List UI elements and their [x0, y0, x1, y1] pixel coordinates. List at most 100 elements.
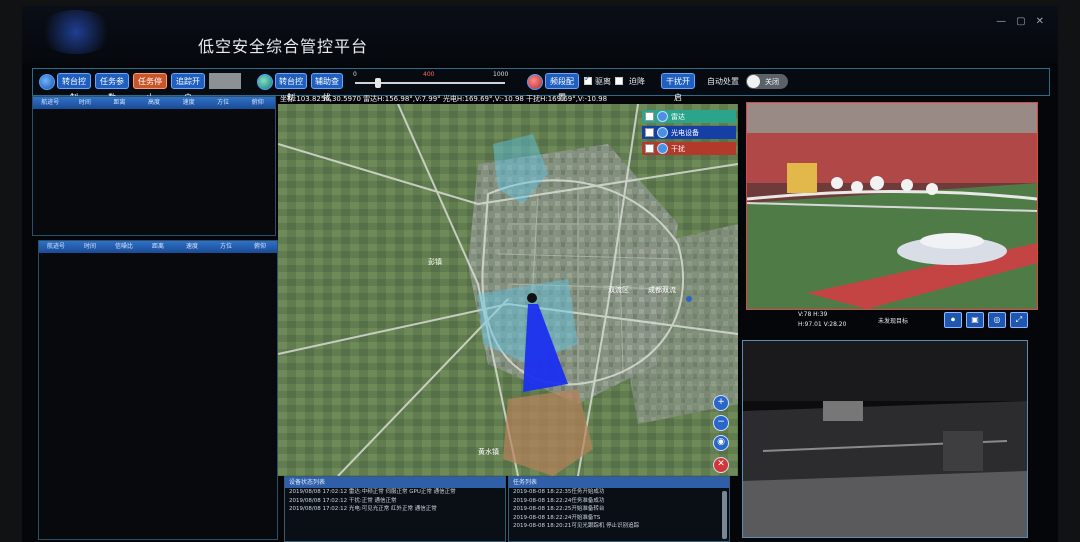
layer-control-panel: 雷达 光电设备 干扰: [642, 110, 736, 158]
layer-optical-checkbox[interactable]: [645, 128, 654, 137]
place-label: 黄水镇: [478, 447, 499, 456]
satellite-map[interactable]: 彭镇 成都双流 黄水镇 双流区: [278, 104, 738, 476]
col-time: 时间: [83, 243, 96, 250]
drive-away-checkbox[interactable]: [584, 74, 592, 85]
task-line: 2019-08-08 18:22:35任务开始成功: [513, 489, 605, 495]
target-status-label: 未发现目标: [878, 318, 909, 325]
task-list-scrollbar[interactable]: [722, 491, 727, 539]
camera-snapshot-icon[interactable]: ▣: [966, 312, 984, 328]
layer-radar-checkbox[interactable]: [645, 112, 654, 121]
col-azimuth: 方位: [217, 99, 230, 106]
turret-control-button[interactable]: 转台控制: [57, 73, 91, 102]
freq-config-button[interactable]: 频段配置: [545, 73, 579, 102]
task-params-button[interactable]: 任务参数: [95, 73, 129, 102]
track-id-input[interactable]: [209, 73, 241, 89]
layer-optical[interactable]: 光电设备: [642, 126, 736, 139]
app-title: 低空安全综合管控平台: [198, 37, 369, 56]
radar-globe-icon[interactable]: [39, 74, 55, 90]
jammer-layer-icon: [657, 143, 668, 154]
col-pitch: 俯仰: [253, 243, 266, 250]
camera-record-icon[interactable]: ⏺: [944, 312, 962, 328]
map-canvas: 彭镇 成都双流 黄水镇 双流区: [278, 104, 738, 476]
layer-radar[interactable]: 雷达: [642, 110, 736, 123]
col-azimuth: 方位: [219, 243, 232, 250]
toggle-knob: [747, 75, 760, 88]
optical-layer-icon: [657, 127, 668, 138]
minimize-icon[interactable]: —: [996, 16, 1006, 27]
clear-icon[interactable]: ✕: [713, 457, 729, 473]
camera-angle-readout-2: H:97.01 V:28.20: [798, 321, 847, 328]
track-start-button[interactable]: 追踪开启: [171, 73, 205, 102]
force-landing-label: 迫降: [629, 77, 645, 86]
auto-handle-toggle[interactable]: 关闭: [746, 74, 788, 89]
task-stop-button[interactable]: 任务停止: [133, 73, 167, 102]
drive-away-label: 驱离: [595, 77, 611, 86]
slider-mid-label: 400: [423, 71, 435, 78]
infrared-camera-feed[interactable]: [742, 340, 1028, 538]
locate-icon[interactable]: ◉: [713, 435, 729, 451]
col-speed: 速度: [182, 99, 195, 106]
assist-find-button[interactable]: 辅助查找: [311, 73, 343, 102]
layer-jammer-label: 干扰: [671, 144, 685, 153]
device-status-title: 设备状态列表: [285, 477, 505, 488]
col-pitch: 俯仰: [251, 99, 264, 106]
slider-max-label: 1000: [493, 71, 509, 78]
turret-control-2-button[interactable]: 转台控制: [275, 73, 307, 102]
col-track-id: 航迹号: [46, 243, 65, 250]
col-track-id: 航迹号: [41, 99, 60, 106]
force-landing-checkbox[interactable]: [615, 77, 623, 85]
camera-icon[interactable]: [257, 74, 273, 90]
device-status-panel: 设备状态列表 2019/08/08 17:02:12 雷达:中频正常 伺服正常 …: [284, 476, 506, 542]
window-controls: — ▢ ✕: [996, 16, 1044, 27]
coordinate-readout: 坐标:103.8256,30.5970 雷达H:156.98°,V:7.99° …: [280, 95, 608, 103]
layer-jammer[interactable]: 干扰: [642, 142, 736, 155]
layer-radar-label: 雷达: [671, 112, 685, 121]
auto-handle-label: 自动处置: [707, 77, 739, 86]
zoom-slider-handle[interactable]: [375, 78, 381, 88]
camera-fullscreen-icon[interactable]: ⤢: [1010, 312, 1028, 328]
task-line: 2019-08-08 18:20:21可见光跟踪机 停止识别追踪: [513, 523, 640, 529]
place-label: 成都双流: [648, 285, 676, 294]
layer-jammer-checkbox[interactable]: [645, 144, 654, 153]
zoom-in-icon[interactable]: +: [713, 395, 729, 411]
close-icon[interactable]: ✕: [1036, 16, 1044, 27]
task-line: 2019-08-08 18:22:25开始准备转台: [513, 506, 605, 512]
app-screen: 低空安全综合管控平台 — ▢ ✕ 转台控制 任务参数 任务停止 追踪开启 转台控…: [22, 6, 1058, 542]
camera-track-icon[interactable]: ◎: [988, 312, 1006, 328]
zoom-out-icon[interactable]: −: [713, 415, 729, 431]
task-list-panel: 任务列表 2019-08-08 18:22:35任务开始成功 2019-08-0…: [508, 476, 730, 542]
task-line: 2019-08-08 18:22:24任务准备成功: [513, 497, 605, 504]
app-logo-icon: [36, 10, 116, 54]
status-line: 2019/08/08 17:02:12 光电:可见光正常 红外正常 通信正常: [289, 506, 437, 512]
radar-track-header: 航迹号 时间 距离 高度 速度 方位 俯仰: [33, 97, 275, 109]
col-time: 时间: [78, 99, 91, 106]
infrared-view: [743, 341, 1027, 537]
task-list-title: 任务列表: [509, 477, 729, 488]
title-bar: 低空安全综合管控平台 — ▢ ✕: [22, 6, 1058, 64]
place-label: 双流区: [608, 285, 629, 294]
spectrum-track-header: 航迹号 时间 信噪比 距离 速度 方位 俯仰: [39, 241, 277, 253]
toolbar: 转台控制 任务参数 任务停止 追踪开启 转台控制 辅助查找 0 400 1000…: [32, 68, 1050, 102]
col-snr: 信噪比: [114, 243, 133, 250]
visible-camera-feed[interactable]: [746, 102, 1038, 310]
jam-start-button[interactable]: 干扰开启: [661, 73, 695, 102]
radar-layer-icon: [657, 111, 668, 122]
layer-optical-label: 光电设备: [671, 128, 699, 137]
col-distance: 距离: [113, 99, 126, 106]
slider-min-label: 0: [353, 71, 357, 78]
maximize-icon[interactable]: ▢: [1016, 16, 1025, 27]
radar-track-panel: 航迹号 时间 距离 高度 速度 方位 俯仰: [32, 96, 276, 236]
toggle-state-label: 关闭: [765, 78, 779, 86]
col-speed: 速度: [185, 243, 198, 250]
map-pin-icon: [686, 296, 692, 302]
status-line: 2019/08/08 17:02:12 雷达:中频正常 伺服正常 GPU正常 通…: [289, 489, 456, 495]
radar-station-icon: [527, 293, 537, 303]
task-line: 2019-08-08 18:22:24开始准备TS: [513, 514, 601, 521]
spectrum-track-panel: 航迹号 时间 信噪比 距离 速度 方位 俯仰: [38, 240, 278, 540]
status-line: 2019/08/08 17:02:12 干扰:正常 通信正常: [289, 497, 397, 504]
col-distance: 距离: [151, 243, 164, 250]
place-label: 彭镇: [428, 257, 442, 266]
wifi-jam-icon[interactable]: [527, 74, 543, 90]
col-altitude: 高度: [148, 99, 161, 106]
stadium-view: [747, 103, 1037, 309]
